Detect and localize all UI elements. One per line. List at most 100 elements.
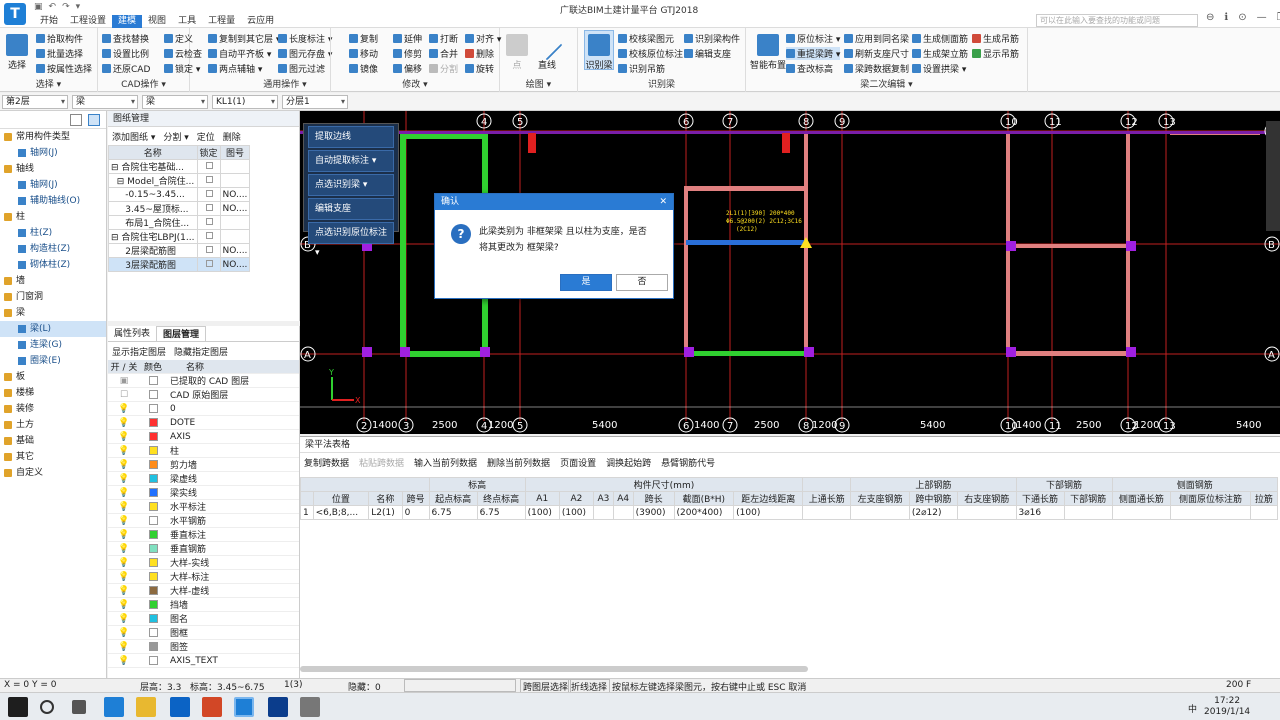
layer-toggle-icon[interactable]: 💡 — [108, 432, 140, 442]
show-hanger-checkbox[interactable]: 显示吊筋 — [972, 47, 1019, 60]
layer-row[interactable]: 💡 梁实线 — [108, 486, 299, 500]
layer-row[interactable]: 💡 大样-标注 — [108, 570, 299, 584]
recognize-menu-item[interactable]: 自动提取标注 ▾ — [308, 150, 394, 172]
file-explorer-icon[interactable] — [136, 697, 156, 717]
trim-button[interactable]: 修剪 — [393, 47, 422, 60]
layer-row[interactable]: 💡 剪力墙 — [108, 458, 299, 472]
mirror-button[interactable]: 镜像 — [349, 62, 378, 75]
window-control-button[interactable]: — — [1257, 12, 1267, 23]
check-annotation-button[interactable]: 校核原位标注 — [618, 47, 683, 60]
lock-icon[interactable] — [205, 161, 213, 169]
recognize-menu-item[interactable]: 点选识别原位标注 ▾ — [308, 222, 394, 258]
lock-icon[interactable] — [205, 203, 213, 211]
table-cell[interactable] — [1249, 505, 1279, 520]
component-type-select[interactable]: 梁 — [72, 95, 138, 109]
set-arch-beam-button[interactable]: 设置拱梁 ▾ — [912, 62, 966, 75]
layer-color-swatch[interactable] — [148, 516, 158, 525]
table-cell[interactable] — [956, 505, 1017, 520]
layer-color-swatch[interactable] — [148, 642, 158, 651]
layer-row[interactable]: 💡 水平标注 — [108, 500, 299, 514]
gtj-app-icon[interactable] — [234, 697, 254, 717]
recognize-menu-item[interactable]: 提取边线 — [308, 126, 394, 148]
layer-toggle-icon[interactable]: ☐ — [108, 390, 140, 400]
menu-tab[interactable]: 开始 — [34, 15, 64, 28]
cloud-check-button[interactable]: 云检查 — [164, 47, 202, 60]
re-extract-span-button[interactable]: 重提梁跨 ▾ — [786, 47, 841, 60]
align-button[interactable]: 对齐 ▾ — [465, 32, 501, 45]
table-cell[interactable]: (100) — [524, 505, 560, 520]
lock-icon[interactable] — [205, 175, 213, 183]
table-cell[interactable]: <6,B;8,... — [312, 505, 370, 520]
nav-category[interactable]: 墙 — [0, 273, 106, 289]
table-row[interactable]: -0.15~3.45... NO.... — [108, 187, 251, 202]
break-button[interactable]: 打断 — [429, 32, 458, 45]
menu-tab[interactable]: 建模 — [112, 15, 143, 28]
table-cell[interactable] — [1111, 505, 1172, 520]
layer-toggle-icon[interactable]: 💡 — [108, 460, 140, 470]
layer-toggle-icon[interactable]: 💡 — [108, 530, 140, 540]
layer-row[interactable]: 💡 垂直钢筋 — [108, 542, 299, 556]
table-cell[interactable]: L2(1) — [368, 505, 403, 520]
gen-hanger-button[interactable]: 生成吊筋 — [972, 32, 1019, 45]
no-button[interactable]: 否 — [616, 274, 668, 291]
beam-table-tool-button[interactable]: 调换起始跨 — [606, 456, 651, 469]
layer-color-swatch[interactable] — [148, 432, 158, 441]
lock-icon[interactable] — [205, 189, 213, 197]
lock-icon[interactable] — [205, 217, 213, 225]
layer-row[interactable]: 💡 0 — [108, 402, 299, 416]
canvas-side-toolbar[interactable] — [1266, 121, 1280, 231]
layer-row[interactable]: 💡 挡墙 — [108, 598, 299, 612]
layer-toggle-icon[interactable]: 💡 — [108, 600, 140, 610]
layer-toggle-icon[interactable]: 💡 — [108, 572, 140, 582]
smart-layout-button[interactable]: 智能布置 — [750, 34, 786, 71]
horizontal-scrollbar[interactable] — [300, 666, 808, 672]
layer-row[interactable]: 💡 大样-实线 — [108, 556, 299, 570]
layer-color-swatch[interactable] — [148, 474, 158, 483]
copy-span-data-button[interactable]: 梁跨数据复制 — [844, 62, 909, 75]
layer-color-swatch[interactable] — [148, 656, 158, 665]
beam-table-tool-button[interactable]: 输入当前列数据 — [414, 456, 477, 469]
menu-tab[interactable]: 工程设置 — [64, 15, 112, 28]
layer-select[interactable]: 分层1 — [282, 95, 348, 109]
element-filter-button[interactable]: 图元过滤 — [278, 62, 325, 75]
layer-toggle-icon[interactable]: 💡 — [108, 656, 140, 666]
table-cell[interactable]: (100) — [733, 505, 804, 520]
recognize-menu-item[interactable]: 编辑支座 — [308, 198, 394, 220]
nav-category[interactable]: 门窗洞 — [0, 289, 106, 305]
nav-category[interactable]: 基础 — [0, 433, 106, 449]
define-button[interactable]: 定义 — [164, 32, 193, 45]
window-control-button[interactable]: ❐ — [1277, 12, 1280, 23]
nav-category[interactable]: 柱 — [0, 209, 106, 225]
split-button[interactable]: 分割 — [429, 62, 458, 75]
table-row[interactable]: ⊟ 合院住宅基础... — [108, 159, 251, 174]
drawing-tool-button[interactable]: 添加图纸 ▾ — [112, 130, 155, 143]
beam-table-tool-button[interactable]: 复制跨数据 — [304, 456, 349, 469]
dialog-close-icon[interactable]: ✕ — [659, 194, 667, 210]
layer-toggle-icon[interactable]: 💡 — [108, 586, 140, 596]
layer-toggle-icon[interactable]: 💡 — [108, 474, 140, 484]
layer-color-swatch[interactable] — [148, 502, 158, 511]
merge-button[interactable]: 合并 — [429, 47, 458, 60]
window-controls[interactable]: ⊖ℹ⊙—❐✕ — [1206, 12, 1280, 23]
nav-item[interactable]: 辅助轴线(O) — [0, 193, 106, 209]
layer-row[interactable]: 💡 柱 — [108, 444, 299, 458]
point-button[interactable]: 点 — [506, 34, 528, 71]
table-cell[interactable] — [593, 505, 614, 520]
layer-toggle-icon[interactable]: 💡 — [108, 516, 140, 526]
nav-category[interactable]: 板 — [0, 369, 106, 385]
nav-category[interactable]: 楼梯 — [0, 385, 106, 401]
edge-icon[interactable] — [104, 697, 124, 717]
table-cell[interactable] — [802, 505, 852, 520]
input-method[interactable]: 中 — [1188, 702, 1197, 715]
select-button[interactable]: 选择 — [4, 34, 30, 71]
clock[interactable]: 17:22 2019/1/14 — [1204, 696, 1250, 718]
table-cell[interactable] — [1063, 505, 1113, 520]
list-view-icon[interactable] — [70, 114, 82, 126]
recognize-menu-item[interactable]: 点选识别梁 ▾ — [308, 174, 394, 196]
lock-icon[interactable] — [205, 231, 213, 239]
nav-category[interactable]: 土方 — [0, 417, 106, 433]
apply-same-name-button[interactable]: 应用到同名梁 — [844, 32, 909, 45]
floor-select[interactable]: 第2层 — [2, 95, 68, 109]
recognize-beam-button[interactable]: 识别梁 — [584, 30, 614, 71]
tree-view-icon[interactable] — [88, 114, 100, 126]
